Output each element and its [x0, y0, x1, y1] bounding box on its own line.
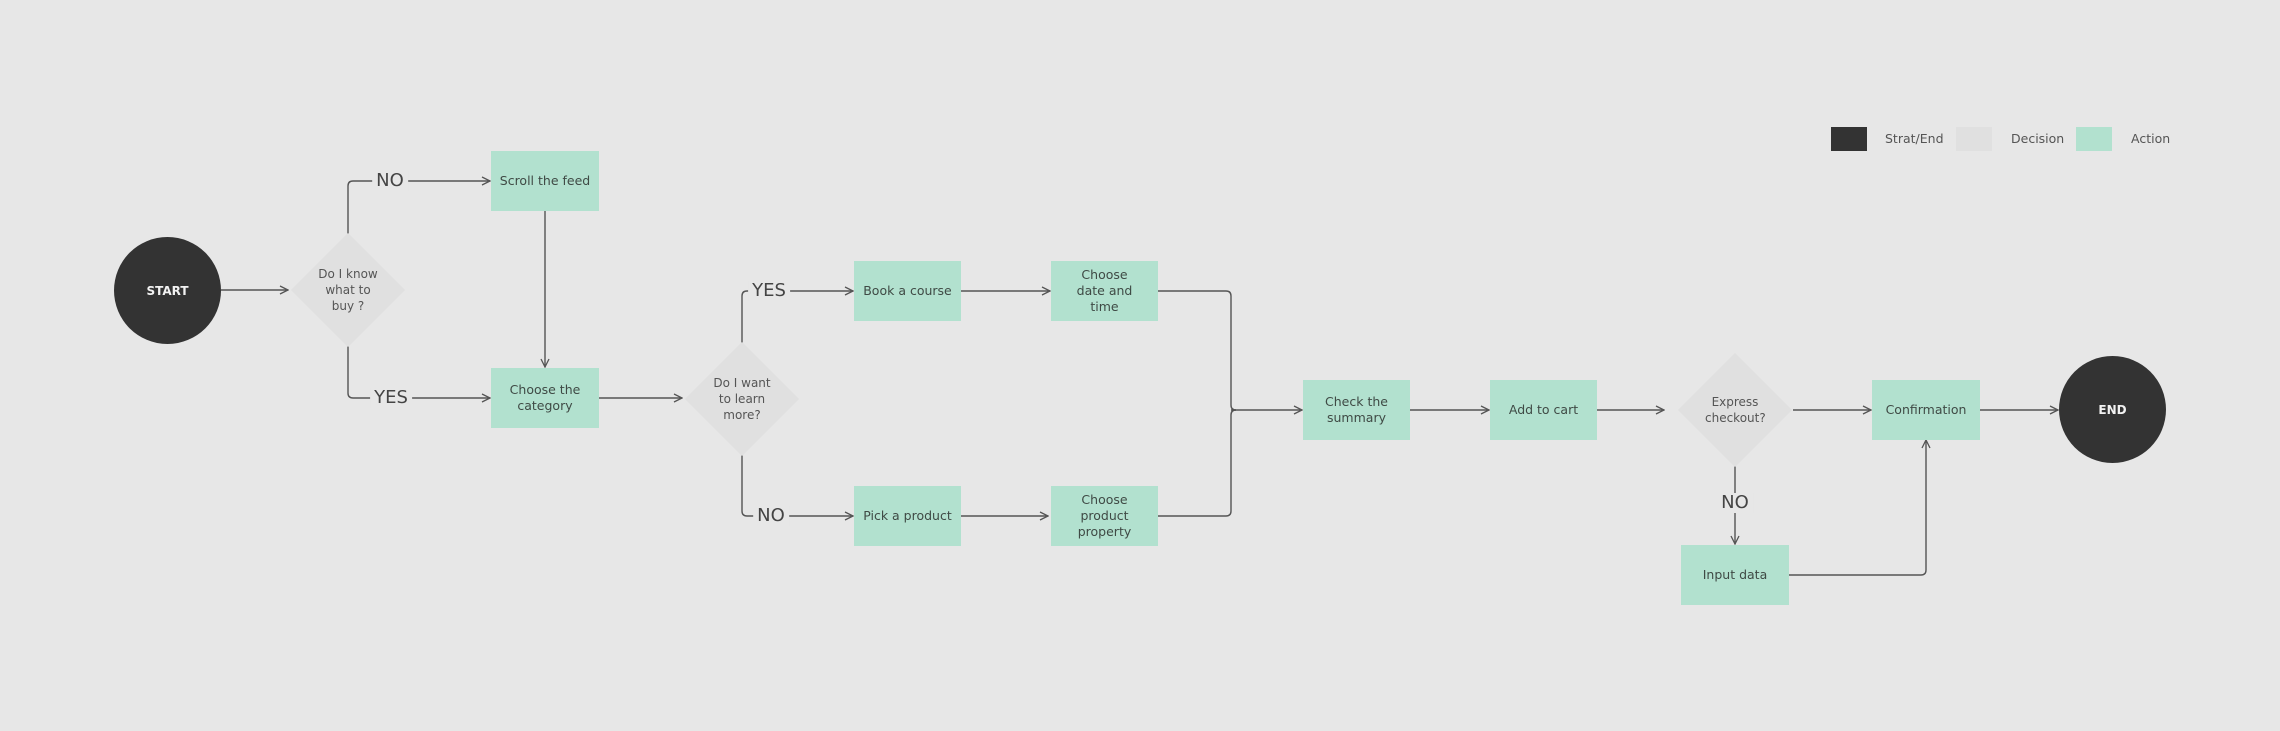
branch-label-learn-no: NO	[753, 506, 789, 526]
branch-label-express-no: NO	[1717, 493, 1753, 513]
check-summary-node[interactable]: Check the summary	[1303, 380, 1410, 440]
scroll-feed-node[interactable]: Scroll the feed	[491, 151, 599, 211]
book-course-node[interactable]: Book a course	[854, 261, 961, 321]
legend-swatch-action	[2076, 127, 2112, 151]
branch-label-buy-no: NO	[372, 171, 408, 191]
choose-date-node[interactable]: Choose date and time	[1051, 261, 1158, 321]
connector-date-to-merge	[1158, 290, 1237, 411]
end-node[interactable]: END	[2059, 356, 2166, 463]
decision-buy-node[interactable]: Do I know what to buy ?	[291, 233, 405, 347]
input-data-node[interactable]: Input data	[1681, 545, 1789, 605]
branch-label-learn-yes: YES	[748, 281, 790, 301]
connector-buy-no-to-scroll	[347, 181, 490, 234]
start-node[interactable]: START	[114, 237, 221, 344]
legend-swatch-decision	[1956, 127, 1992, 151]
connector-input-to-confirmation	[1789, 440, 1926, 576]
legend-label-decision: Decision	[2011, 131, 2065, 146]
legend-swatch-start-end	[1831, 127, 1867, 151]
flowchart-canvas: Strat/End Decision Action START Do I kno…	[0, 0, 2280, 731]
legend-label-action: Action	[2131, 131, 2171, 146]
choose-property-node[interactable]: Choose product property	[1051, 486, 1158, 546]
add-to-cart-node[interactable]: Add to cart	[1490, 380, 1597, 440]
connectors-layer	[221, 0, 2280, 576]
choose-category-node[interactable]: Choose the category	[491, 368, 599, 428]
confirmation-node[interactable]: Confirmation	[1872, 380, 1980, 440]
decision-learn-node[interactable]: Do I want to learn more?	[685, 342, 799, 456]
branch-label-buy-yes: YES	[370, 388, 412, 408]
pick-product-node[interactable]: Pick a product	[854, 486, 961, 546]
decision-buy-label: Do I know what to buy ?	[318, 267, 378, 313]
decision-express-label: Express checkout?	[1705, 395, 1766, 425]
decision-learn-label: Do I want to learn more?	[713, 376, 771, 422]
decision-express-node[interactable]: Express checkout?	[1678, 353, 1792, 467]
connector-property-to-merge	[1158, 409, 1237, 517]
legend-label-start-end: Strat/End	[1885, 131, 1944, 146]
